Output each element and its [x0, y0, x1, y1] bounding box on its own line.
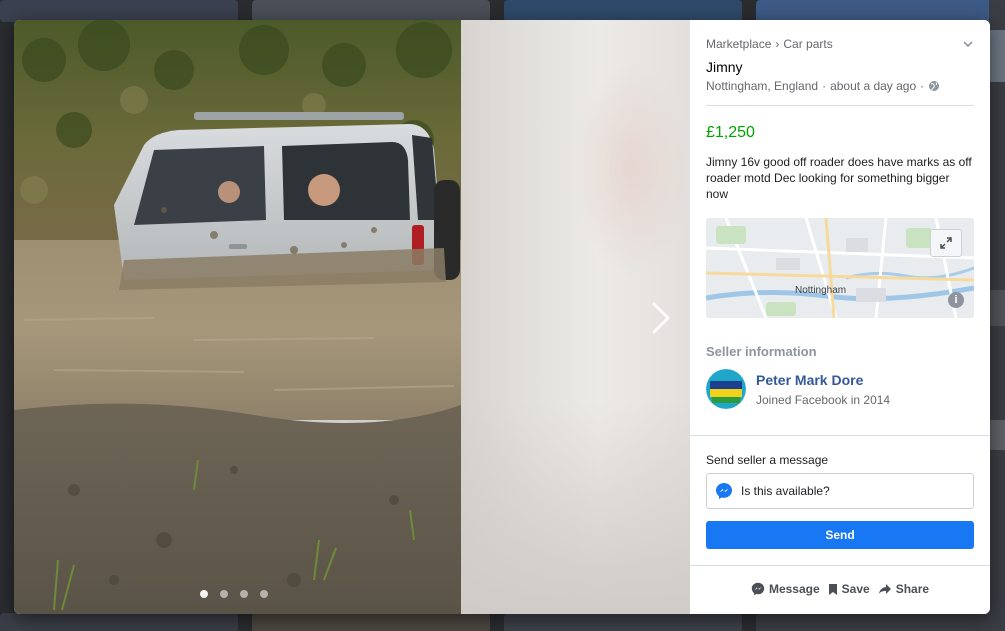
meta-separator: · — [822, 79, 827, 93]
photo-dot[interactable] — [200, 590, 208, 598]
photo-dot[interactable] — [220, 590, 228, 598]
listing-price: £1,250 — [706, 124, 755, 141]
divider — [690, 565, 990, 566]
save-label: Save — [841, 582, 870, 596]
listing-photo[interactable] — [14, 20, 461, 614]
listing-location[interactable]: Nottingham, England — [706, 79, 818, 93]
background-strip — [989, 0, 1005, 631]
globe-icon — [929, 81, 940, 91]
bookmark-icon — [828, 583, 837, 595]
share-button[interactable]: Share — [878, 582, 929, 596]
message-input[interactable] — [741, 484, 961, 498]
share-label: Share — [895, 582, 930, 596]
seller-section-heading: Seller information — [706, 344, 817, 359]
background-tile — [756, 0, 1005, 22]
divider — [706, 105, 974, 106]
message-action-button[interactable]: Message — [751, 582, 820, 596]
jimny-photo-illustration — [14, 20, 461, 614]
seller-avatar[interactable] — [706, 369, 746, 409]
chevron-right-icon — [652, 302, 670, 334]
background-tile — [0, 0, 238, 22]
expand-icon — [940, 237, 952, 249]
background-tile — [252, 613, 490, 631]
map-city-label: Nottingham — [795, 285, 847, 296]
listing-actions: Message Save Share — [690, 582, 990, 596]
send-button[interactable]: Send — [706, 521, 974, 549]
seller-info: Peter Mark Dore Joined Facebook in 2014 — [706, 369, 974, 409]
info-icon[interactable]: i — [948, 292, 964, 308]
listing-details-panel: Marketplace › Car parts Jimny Nottingham… — [690, 20, 990, 614]
listing-description: Jimny 16v good off roader does have mark… — [706, 155, 972, 201]
breadcrumb: Marketplace › Car parts — [706, 36, 974, 52]
seller-joined: Joined Facebook in 2014 — [756, 392, 891, 407]
messenger-icon — [751, 582, 765, 596]
background-tile — [504, 0, 742, 22]
listing-title: Jimny — [706, 59, 743, 75]
chevron-down-icon[interactable] — [962, 38, 974, 50]
messenger-icon — [716, 483, 732, 499]
divider — [690, 435, 990, 436]
photo-viewer — [14, 20, 690, 614]
message-heading: Send seller a message — [706, 453, 829, 467]
expand-map-button[interactable] — [930, 229, 962, 257]
save-button[interactable]: Save — [828, 582, 870, 596]
breadcrumb-separator: › — [775, 37, 780, 51]
message-action-label: Message — [768, 582, 820, 596]
background-tile — [756, 613, 1005, 631]
background-tile — [0, 613, 238, 631]
background-tile — [504, 613, 742, 631]
photo-dot[interactable] — [240, 590, 248, 598]
listing-meta: Nottingham, England · about a day ago · — [706, 79, 974, 93]
photo-pagination — [200, 590, 268, 598]
share-icon — [878, 584, 891, 594]
listing-time: about a day ago — [830, 79, 917, 93]
avatar-image — [706, 369, 746, 409]
seller-name[interactable]: Peter Mark Dore — [756, 372, 890, 388]
listing-modal: Marketplace › Car parts Jimny Nottingham… — [14, 20, 990, 614]
message-field[interactable] — [706, 473, 974, 509]
breadcrumb-category[interactable]: Car parts — [783, 37, 832, 51]
meta-separator: · — [920, 79, 925, 93]
next-photo-button[interactable] — [646, 300, 674, 336]
breadcrumb-marketplace[interactable]: Marketplace — [706, 37, 771, 51]
background-tile — [252, 0, 490, 22]
location-map[interactable]: Nottingham i — [706, 218, 974, 318]
photo-dot[interactable] — [260, 590, 268, 598]
